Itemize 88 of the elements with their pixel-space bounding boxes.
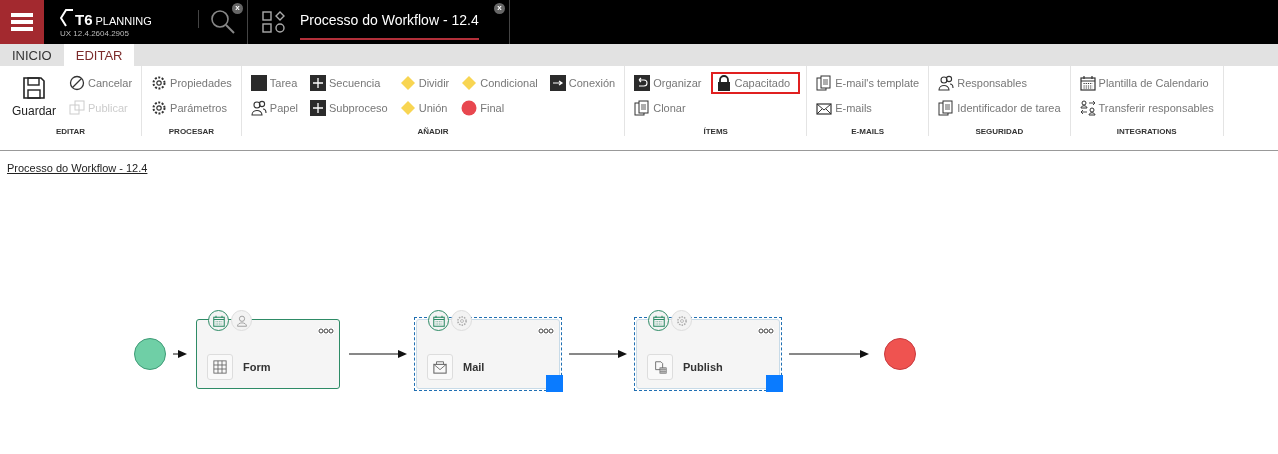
circle-icon: [461, 100, 478, 116]
ribbon-button[interactable]: Propiedades: [148, 72, 235, 94]
menu-icon: [11, 13, 33, 31]
ribbon-button[interactable]: Capacitado: [710, 72, 801, 94]
task-node[interactable]: Form: [196, 319, 340, 389]
envelope-icon: [433, 360, 447, 374]
calendar-icon: [212, 314, 225, 327]
group-label: ÍTEMS: [702, 127, 729, 136]
breadcrumb-link[interactable]: Processo do Workflow - 12.4: [7, 162, 148, 174]
prohibited-icon: [69, 75, 86, 91]
group-label: EDITAR: [54, 127, 87, 136]
grid-icon: [213, 360, 227, 374]
save-button[interactable]: Guardar: [6, 72, 63, 127]
connector-arrow: [569, 349, 627, 359]
more-icon[interactable]: [318, 328, 334, 334]
plus-icon: [310, 100, 326, 116]
gear-icon: [151, 75, 168, 91]
ribbon-button[interactable]: Secuencia: [307, 72, 391, 94]
task-node[interactable]: Publish: [636, 319, 780, 389]
close-button[interactable]: x: [232, 3, 243, 14]
envelope-icon: [816, 100, 833, 116]
ribbon-button[interactable]: Condicional: [458, 72, 541, 94]
task-node[interactable]: Mail: [416, 319, 560, 389]
documents-icon: [816, 75, 833, 91]
people-icon: [938, 75, 955, 91]
group-label: SEGURIDAD: [974, 127, 1025, 136]
node-label: Mail: [463, 361, 485, 373]
logo-icon: [60, 8, 74, 28]
ribbon-button[interactable]: E-mails: [813, 97, 923, 119]
diamond-icon: [399, 100, 416, 116]
menu-button[interactable]: [0, 0, 44, 44]
more-icon[interactable]: [538, 328, 554, 334]
person-icon: [235, 314, 248, 327]
ribbon-button[interactable]: Papel: [247, 97, 301, 119]
publish-icon: [69, 100, 86, 116]
logo-name: PLANNING: [95, 15, 152, 28]
workflow-icon: [262, 11, 286, 33]
resize-handle[interactable]: [546, 375, 563, 392]
connector-arrow: [173, 349, 187, 359]
transfer-icon: [1079, 100, 1096, 116]
search-icon[interactable]: [210, 9, 236, 35]
ribbon-button[interactable]: Plantilla de Calendario: [1076, 72, 1217, 94]
logo-mark: T6: [75, 12, 93, 28]
ribbon-button[interactable]: Clonar: [631, 97, 705, 119]
gear-icon: [455, 314, 468, 327]
more-icon[interactable]: [758, 328, 774, 334]
gear-icon: [151, 100, 168, 116]
ribbon-button[interactable]: Final: [458, 97, 541, 119]
end-event: [884, 338, 916, 370]
lock-icon: [715, 75, 732, 91]
ribbon-button[interactable]: Unión: [396, 97, 453, 119]
plus-icon: [310, 75, 326, 91]
documents-icon: [938, 100, 955, 116]
diamond-icon: [461, 75, 478, 91]
ribbon-tab[interactable]: INICIO: [0, 44, 64, 66]
connector-arrow: [349, 349, 407, 359]
diamond-icon: [399, 75, 416, 91]
version-label: UX 12.4.2604.2905: [60, 29, 130, 38]
ribbon-tab[interactable]: EDITAR: [63, 44, 135, 66]
ribbon-button[interactable]: Subproceso: [307, 97, 391, 119]
square-icon: [250, 75, 267, 91]
ribbon-button[interactable]: Tarea: [247, 72, 301, 94]
ribbon-button[interactable]: Transferir responsables: [1076, 97, 1217, 119]
gear-icon: [675, 314, 688, 327]
group-label: E-MAILS: [850, 127, 886, 136]
node-label: Publish: [683, 361, 723, 373]
people-icon: [250, 100, 267, 116]
calendar-icon: [1079, 75, 1096, 91]
close-button[interactable]: x: [494, 3, 505, 14]
documents-icon: [634, 100, 651, 116]
ribbon-button[interactable]: Identificador de tarea: [935, 97, 1064, 119]
ribbon-button[interactable]: Cancelar: [66, 72, 136, 94]
calendar-icon: [432, 314, 445, 327]
ribbon-button[interactable]: Responsables: [935, 72, 1064, 94]
ribbon-button[interactable]: Dividir: [396, 72, 453, 94]
resize-handle[interactable]: [766, 375, 783, 392]
group-label: AÑADIR: [416, 127, 450, 136]
group-label: INTEGRATIONS: [1115, 127, 1178, 136]
undo-icon: [634, 75, 651, 91]
ribbon-button[interactable]: Parámetros: [148, 97, 235, 119]
start-event: [134, 338, 166, 370]
ribbon-button[interactable]: E-mail's template: [813, 72, 923, 94]
group-label: PROCESAR: [167, 127, 216, 136]
publish-icon: [653, 360, 667, 374]
calendar-icon: [652, 314, 665, 327]
node-label: Form: [243, 361, 271, 373]
ribbon-button[interactable]: Conexión: [546, 72, 619, 94]
ribbon-button[interactable]: Organizar: [631, 72, 705, 94]
